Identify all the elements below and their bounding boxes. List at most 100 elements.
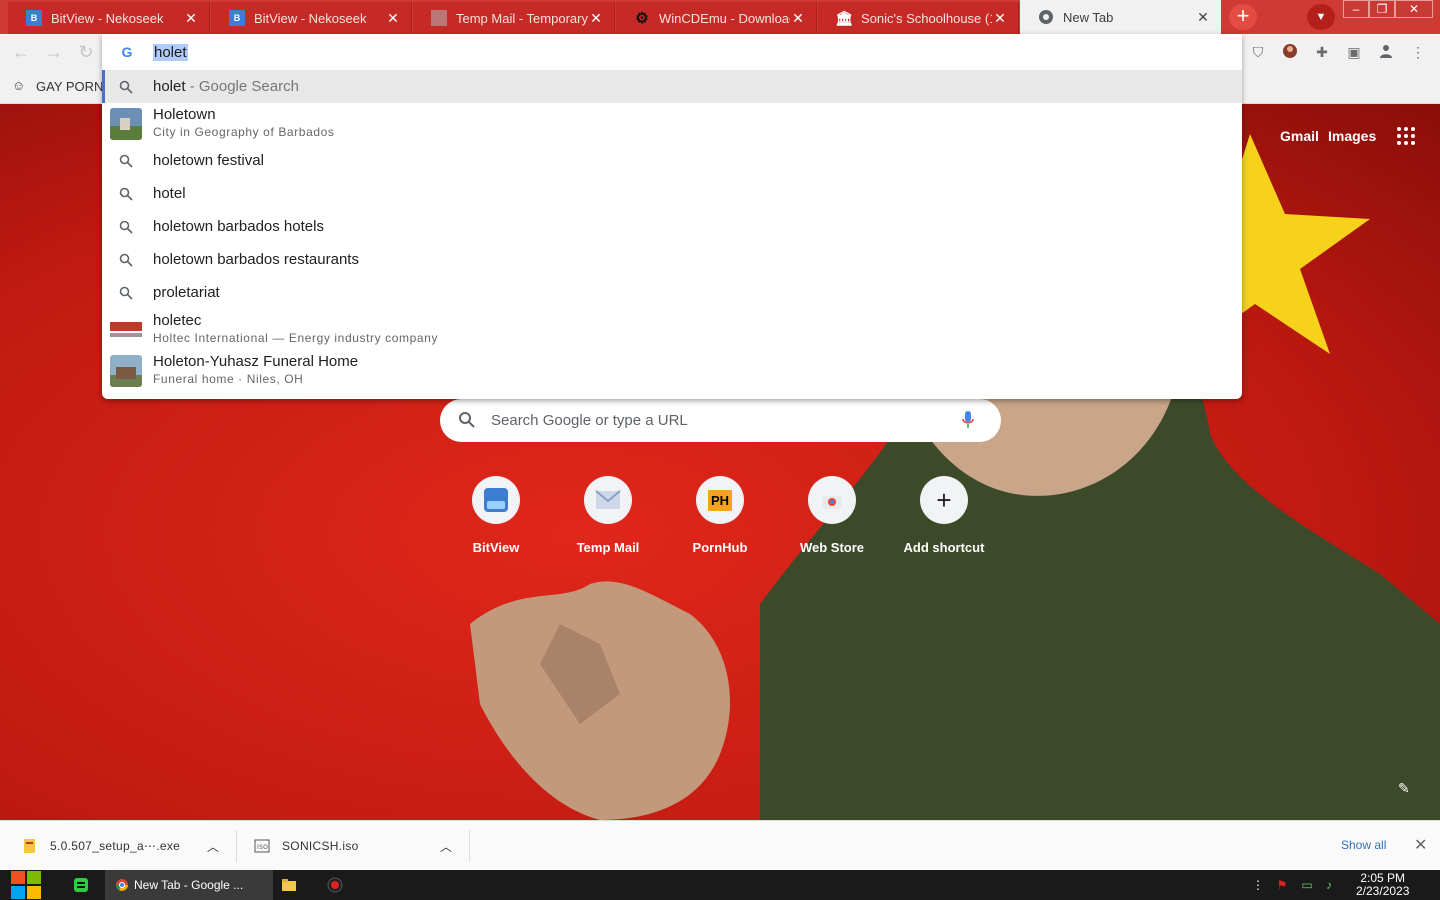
shortcut-bitview[interactable]: BitView xyxy=(440,476,552,555)
windows-start-icon[interactable] xyxy=(10,870,43,900)
close-icon[interactable]: ✕ xyxy=(1414,835,1427,855)
forward-icon[interactable]: → xyxy=(43,42,65,64)
close-icon[interactable]: ✕ xyxy=(992,10,1008,27)
shortcut-label: Temp Mail xyxy=(576,540,640,555)
omnibox-text[interactable]: holet xyxy=(153,44,188,61)
plus-icon: + xyxy=(920,476,968,524)
tab-title: Sonic's Schoolhouse (1 xyxy=(861,10,992,26)
suggestion-search[interactable]: holetown barbados restaurants xyxy=(102,243,1242,276)
suggestion-search[interactable]: holetown barbados hotels xyxy=(102,210,1242,243)
shortcut-add[interactable]: + Add shortcut xyxy=(888,476,1000,555)
ntp-search-box[interactable]: Search Google or type a URL xyxy=(440,399,1001,442)
volume-icon[interactable]: ♪ xyxy=(1322,878,1336,892)
omnibox-input[interactable]: G holet xyxy=(102,34,1242,70)
funeral-home-thumbnail xyxy=(110,355,142,387)
chevron-up-icon[interactable]: ︿ xyxy=(207,821,219,871)
shortcut-label: BitView xyxy=(472,540,520,555)
suggestion-search[interactable]: hotel xyxy=(102,177,1242,210)
taskbar-chrome-window[interactable]: New Tab - Google ... xyxy=(105,870,273,900)
tab-sonics-schoolhouse[interactable]: 🏛 Sonic's Schoolhouse (1 ✕ xyxy=(818,2,1019,34)
chevron-up-icon[interactable]: ︿ xyxy=(440,821,452,871)
download-item[interactable]: 5.0.507_setup_a⋯.exe xyxy=(22,821,180,871)
customize-pencil-icon[interactable]: ✎ xyxy=(1398,780,1410,797)
close-icon[interactable]: ✕ xyxy=(588,10,604,27)
search-icon xyxy=(119,253,133,267)
chrome-icon xyxy=(116,879,128,891)
puzzle-icon[interactable]: ✚ xyxy=(1313,43,1331,61)
menu-icon[interactable]: ⋮ xyxy=(1409,43,1427,61)
network-icon[interactable]: ▭ xyxy=(1300,878,1314,892)
suggestion-text: holetown festival xyxy=(153,152,264,169)
show-all-link[interactable]: Show all xyxy=(1341,838,1386,852)
search-icon xyxy=(119,286,133,300)
record-icon[interactable] xyxy=(327,870,343,900)
close-icon[interactable]: ✕ xyxy=(790,10,806,27)
suggestion-search[interactable]: holetown festival xyxy=(102,144,1242,177)
tab-title: BitView - Nekoseek xyxy=(51,10,164,26)
installer-file-icon xyxy=(24,839,35,853)
back-icon[interactable]: ← xyxy=(10,42,32,64)
bitview-icon: B xyxy=(26,10,42,26)
mail-icon xyxy=(584,476,632,524)
app-green-icon[interactable] xyxy=(73,870,89,900)
tab-search-button[interactable]: ▼ xyxy=(1307,4,1335,30)
pornhub-icon: PH xyxy=(696,476,744,524)
suggestion-entity[interactable]: holetec Holtec International — Energy in… xyxy=(102,309,1242,350)
bitview-icon xyxy=(472,476,520,524)
download-name: SONICSH.iso xyxy=(282,839,359,853)
overflow-icon[interactable]: ⋮ xyxy=(1251,878,1265,892)
shortcut-label: Add shortcut xyxy=(903,540,985,555)
clock[interactable]: 2:05 PM 2/23/2023 xyxy=(1356,872,1409,898)
search-placeholder: Search Google or type a URL xyxy=(491,412,688,429)
chrome-icon xyxy=(1038,9,1054,25)
bookmark-item[interactable]: ☺ GAY PORN xyxy=(12,78,103,94)
web-store-icon xyxy=(808,476,856,524)
extension-avatar-icon[interactable] xyxy=(1281,43,1299,61)
search-icon xyxy=(459,412,475,428)
gear-icon: ⚙ xyxy=(635,10,649,27)
images-link[interactable]: Images xyxy=(1328,128,1376,144)
selected-query: holet xyxy=(153,78,186,95)
restore-button[interactable]: ❐ xyxy=(1369,0,1395,18)
tab-wincdemu[interactable]: ⚙ WinCDEmu - Download ✕ xyxy=(616,2,817,34)
window-close-button[interactable]: ✕ xyxy=(1395,0,1433,18)
privacy-badger-icon[interactable]: ⛉ xyxy=(1249,43,1267,61)
tab-bitview-2[interactable]: B BitView - Nekoseek ✕ xyxy=(211,2,412,34)
apps-grid-icon[interactable] xyxy=(1397,127,1415,145)
search-icon xyxy=(119,187,133,201)
shortcut-temp-mail[interactable]: Temp Mail xyxy=(552,476,664,555)
new-tab-button[interactable]: + xyxy=(1229,4,1257,30)
folder-icon[interactable] xyxy=(281,870,297,900)
suggestion-text: holetown barbados restaurants xyxy=(153,251,359,268)
shortcut-web-store[interactable]: Web Store xyxy=(776,476,888,555)
suggestion-selected[interactable]: holet - Google Search xyxy=(102,70,1242,103)
microphone-icon[interactable] xyxy=(961,410,975,430)
close-icon[interactable]: ✕ xyxy=(1195,9,1211,26)
search-icon xyxy=(119,154,133,168)
side-panel-icon[interactable]: ▣ xyxy=(1345,43,1363,61)
suggestion-text: holetown barbados hotels xyxy=(153,218,324,235)
google-g-icon: G xyxy=(121,44,133,60)
tab-bitview-1[interactable]: B BitView - Nekoseek ✕ xyxy=(8,2,210,34)
svg-text:ISO: ISO xyxy=(257,844,268,851)
suggestion-text: holet - Google Search xyxy=(153,78,299,95)
profile-icon[interactable] xyxy=(1377,43,1395,61)
suggestion-search[interactable]: proletariat xyxy=(102,276,1242,309)
tab-new-tab[interactable]: New Tab ✕ xyxy=(1020,0,1221,34)
suggestion-entity[interactable]: Holeton-Yuhasz Funeral Home Funeral home… xyxy=(102,350,1242,391)
close-icon[interactable]: ✕ xyxy=(385,10,401,27)
download-item[interactable]: ISO SONICSH.iso xyxy=(254,821,359,871)
minimize-button[interactable]: – xyxy=(1343,0,1369,18)
gmail-link[interactable]: Gmail xyxy=(1280,128,1319,144)
flag-icon[interactable]: ⚑ xyxy=(1275,878,1289,892)
suggestion-entity[interactable]: Holetown City in Geography of Barbados xyxy=(102,103,1242,144)
close-icon[interactable]: ✕ xyxy=(183,10,199,27)
reload-icon[interactable]: ↻ xyxy=(75,42,97,64)
bookmark-icon: ☺ xyxy=(12,78,26,93)
suggestion-text: hotel xyxy=(153,185,186,202)
clock-date: 2/23/2023 xyxy=(1356,884,1410,898)
shortcut-pornhub[interactable]: PH PornHub xyxy=(664,476,776,555)
tab-temp-mail[interactable]: Temp Mail - Temporary ✕ xyxy=(413,2,615,34)
tab-title: WinCDEmu - Download xyxy=(659,10,790,26)
archive-icon: 🏛 xyxy=(835,9,853,26)
